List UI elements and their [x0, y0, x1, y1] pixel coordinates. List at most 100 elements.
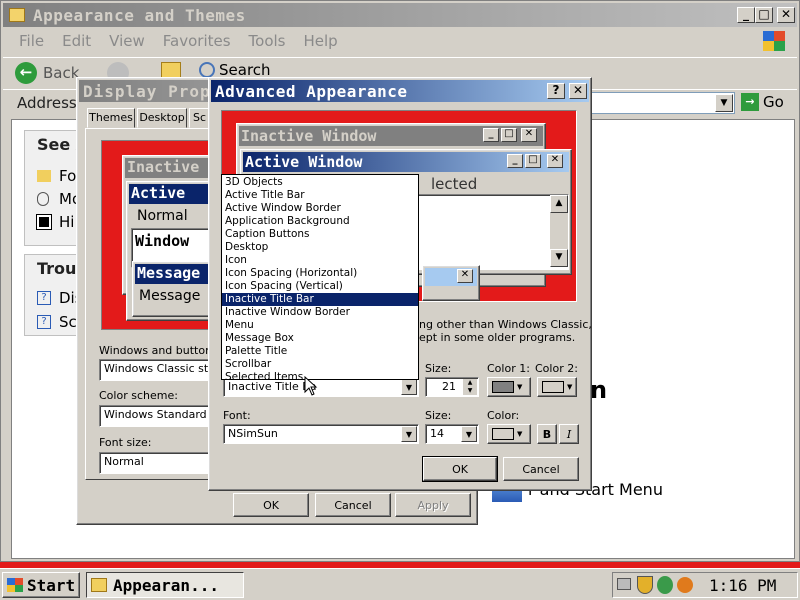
font-size-select[interactable]: Normal [99, 452, 211, 474]
size-value: 21 [442, 380, 456, 393]
menu-favorites[interactable]: Favorites [163, 32, 231, 50]
advanced-title-bar[interactable]: Advanced Appearance ? ✕ [211, 80, 589, 102]
bold-button[interactable]: B [537, 424, 557, 444]
go-label: Go [763, 93, 784, 111]
menu-tools[interactable]: Tools [249, 32, 286, 50]
spinner-arrows-icon[interactable]: ▲ ▼ [463, 379, 477, 395]
keyboard-icon[interactable] [617, 578, 631, 590]
chevron-down-icon[interactable]: ▼ [401, 426, 417, 442]
dropdown-item[interactable]: Icon [222, 254, 418, 267]
minimize-button[interactable]: _ [737, 7, 755, 23]
start-button[interactable]: Start [2, 572, 80, 598]
item-dropdown-list[interactable]: 3D Objects Active Title Bar Active Window … [221, 174, 419, 380]
color2-swatch [542, 381, 564, 393]
taskbar-task-appearance[interactable]: Appearan... [86, 572, 244, 598]
font-color-label: Color: [487, 409, 520, 422]
mouse-cursor-icon [304, 375, 318, 399]
see-also-item-high-contrast[interactable]: Hi [36, 213, 74, 231]
dropdown-item[interactable]: Application Background [222, 215, 418, 228]
dropdown-item[interactable]: Caption Buttons [222, 228, 418, 241]
maximize-button[interactable]: □ [755, 7, 773, 23]
font-select[interactable]: NSimSun ▼ [223, 424, 419, 444]
security-shield-icon[interactable] [637, 576, 653, 594]
color1-picker[interactable]: ▼ [487, 377, 531, 397]
menu-bar: File Edit View Favorites Tools Help [19, 32, 356, 52]
close-button[interactable]: ✕ [777, 7, 795, 23]
font-color-swatch [492, 428, 514, 440]
explorer-title-bar[interactable]: Appearance and Themes _ □ ✕ [3, 3, 797, 27]
back-arrow-icon: ← [15, 62, 37, 84]
preview-window-text: Window [135, 232, 190, 250]
dropdown-item[interactable]: Selected Items [222, 371, 418, 379]
address-dropdown-arrow[interactable]: ▼ [715, 94, 733, 112]
menu-view[interactable]: View [109, 32, 145, 50]
adv-preview-selected-text: lected [431, 175, 478, 193]
dropdown-item[interactable]: Active Window Border [222, 202, 418, 215]
dropdown-item[interactable]: Palette Title [222, 345, 418, 358]
windows-buttons-select[interactable]: Windows Classic style [99, 359, 211, 381]
back-label: Back [43, 64, 80, 82]
search-icon [199, 62, 215, 78]
high-contrast-icon [36, 214, 52, 230]
dropdown-item[interactable]: Menu [222, 319, 418, 332]
windows-buttons-label: Windows and buttons: [99, 344, 222, 357]
display-ok-button[interactable]: OK [233, 493, 309, 517]
adv-preview-message-box: ✕ [422, 265, 480, 301]
font-label: Font: [223, 409, 251, 422]
color1-label: Color 1: [487, 362, 530, 375]
dropdown-item[interactable]: Inactive Title Bar [222, 293, 418, 306]
font-size-label: Font size: [99, 436, 152, 449]
advanced-close-button[interactable]: ✕ [569, 83, 587, 99]
font-color-picker[interactable]: ▼ [487, 424, 531, 444]
dropdown-item[interactable]: Icon Spacing (Horizontal) [222, 267, 418, 280]
key-icon[interactable] [677, 577, 693, 593]
chevron-down-icon[interactable]: ▼ [401, 379, 417, 395]
chevron-down-icon: ▼ [517, 383, 523, 391]
color2-picker[interactable]: ▼ [537, 377, 577, 397]
menu-edit[interactable]: Edit [62, 32, 91, 50]
size-spinner[interactable]: 21 ▲ ▼ [425, 377, 479, 397]
tab-themes[interactable]: Themes [87, 108, 135, 128]
dropdown-item[interactable]: 3D Objects [222, 176, 418, 189]
dropdown-item[interactable]: Inactive Window Border [222, 306, 418, 319]
chevron-down-icon: ▼ [517, 430, 523, 438]
dropdown-item[interactable]: Scrollbar [222, 358, 418, 371]
color-scheme-select[interactable]: Windows Standard [99, 405, 211, 427]
preview-minimize-icon: _ [483, 128, 499, 142]
display-apply-button[interactable]: Apply [395, 493, 471, 517]
scroll-down-icon: ▼ [550, 249, 568, 267]
dropdown-item[interactable]: Message Box [222, 332, 418, 345]
taskbar: Start Appearan... 1:16 PM [0, 568, 800, 600]
advanced-ok-button[interactable]: OK [422, 456, 498, 482]
fonts-folder-icon [37, 170, 51, 182]
advanced-note-line2: ept in some older programs. [419, 331, 576, 344]
windows-logo-icon [763, 31, 785, 51]
preview-maximize-icon: □ [525, 154, 541, 168]
help-button[interactable]: ? [547, 83, 565, 99]
dropdown-item[interactable]: Desktop [222, 241, 418, 254]
preview-close-icon: ✕ [457, 269, 473, 283]
network-icon[interactable] [657, 576, 673, 594]
dropdown-item[interactable]: Active Title Bar [222, 189, 418, 202]
trouble-item-label: Sc [59, 313, 77, 331]
back-button[interactable]: ← Back [15, 61, 79, 85]
color2-label: Color 2: [535, 362, 578, 375]
go-button[interactable]: → Go [741, 93, 784, 111]
item-select[interactable]: Inactive Title Ba ▼ [223, 377, 419, 397]
italic-button[interactable]: I [559, 424, 579, 444]
preview-minimize-icon: _ [507, 154, 523, 168]
chevron-down-icon[interactable]: ▼ [461, 426, 477, 442]
menu-help[interactable]: Help [304, 32, 338, 50]
see-also-item-label: Fo [59, 167, 77, 185]
advanced-cancel-button[interactable]: Cancel [503, 457, 579, 481]
font-size-select[interactable]: 14 ▼ [425, 424, 479, 444]
menu-file[interactable]: File [19, 32, 44, 50]
dropdown-item[interactable]: Icon Spacing (Vertical) [222, 280, 418, 293]
see-also-item-mouse[interactable]: Mo [37, 190, 81, 208]
main-heading-fragment: n [590, 376, 608, 404]
display-cancel-button[interactable]: Cancel [315, 493, 391, 517]
see-also-item-fonts[interactable]: Fo [37, 167, 76, 185]
tab-desktop[interactable]: Desktop [137, 108, 187, 128]
trouble-item-sound[interactable]: ? Sc [37, 313, 77, 331]
explorer-title: Appearance and Themes [33, 6, 246, 25]
